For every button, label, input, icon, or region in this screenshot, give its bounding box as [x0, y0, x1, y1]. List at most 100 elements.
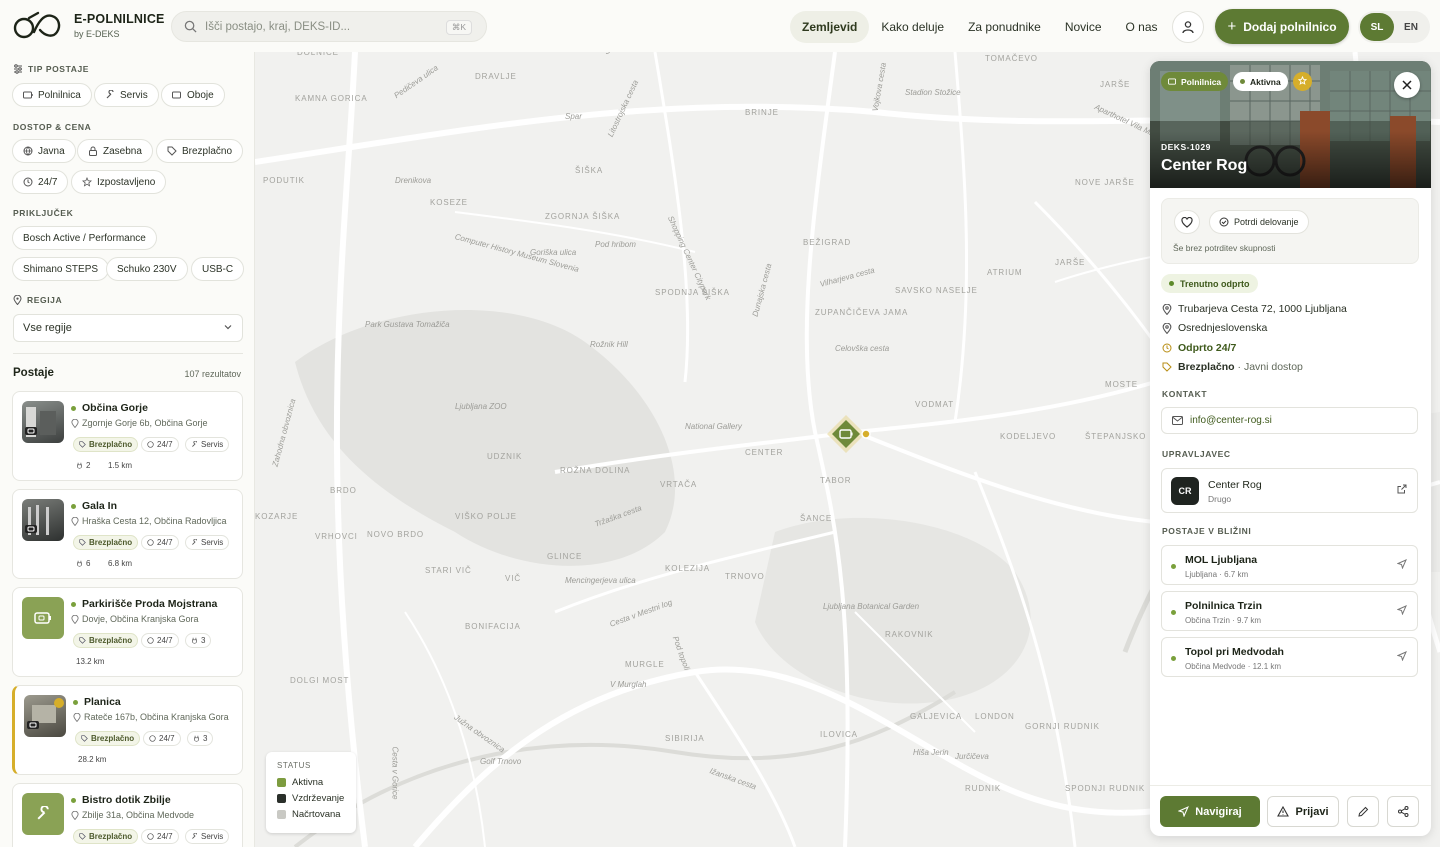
chip-shimano[interactable]: Shimano STEPS [12, 257, 110, 281]
map-street-label: Drenikova [395, 176, 432, 185]
clock-icon [147, 833, 154, 840]
map-district-label: KODELJEVO [1000, 432, 1057, 441]
chip-24-7[interactable]: 24/7 [12, 170, 69, 194]
user-button[interactable] [1172, 11, 1204, 43]
station-hero-photo: Polnilnica Aktivna DEKS-1029 Center Rog [1150, 61, 1431, 188]
search-input[interactable] [205, 20, 435, 33]
station-address: Hraška Cesta 12, Občina Radovljica [71, 516, 227, 526]
map-district-label: KAMNA GORICA [295, 94, 368, 103]
search-box[interactable]: ⌘K [171, 11, 487, 42]
nav-novice[interactable]: Novice [1053, 11, 1114, 43]
star-icon [82, 177, 92, 187]
navigate-button[interactable]: Navigiraj [1160, 796, 1260, 827]
legend-swatch [277, 810, 286, 819]
nav-za-ponudnike[interactable]: Za ponudnike [956, 11, 1053, 43]
nearby-station[interactable]: MOL Ljubljana Ljubljana · 6.7 km [1161, 545, 1418, 585]
status-dot [1240, 79, 1245, 84]
pin-icon [71, 810, 79, 820]
chip-usb-c[interactable]: USB-C [191, 257, 245, 281]
map-district-label: BRDO [330, 486, 357, 495]
chip-brezplacno[interactable]: Brezplačno [156, 139, 244, 163]
station-card[interactable]: Gala In Hraška Cesta 12, Občina Radovlji… [12, 489, 243, 579]
nav-zemljevid[interactable]: Zemljevid [790, 11, 870, 43]
tag-plugs: 2 [71, 458, 96, 473]
manager-card[interactable]: CR Center Rog Drugo [1161, 468, 1418, 513]
main-nav: Zemljevid Kako deluje Za ponudnike Novic… [790, 11, 1170, 43]
map-district-label: SAVSKO NASELJE [895, 286, 978, 295]
confirm-note: Še brez potrditev skupnosti [1173, 243, 1276, 253]
chip-bosch[interactable]: Bosch Active / Performance [12, 226, 157, 250]
close-button[interactable] [1394, 72, 1420, 98]
tag-icon [81, 735, 88, 742]
nearby-station[interactable]: Polnilnica Trzin Občina Trzin · 9.7 km [1161, 591, 1418, 631]
clock-icon [1162, 343, 1172, 353]
station-card[interactable]: Občina Gorje Zgornje Gorje 6b, Občina Go… [12, 391, 243, 481]
lang-en[interactable]: EN [1394, 13, 1428, 41]
manager-label: UPRAVLJAVEC [1162, 449, 1231, 459]
access-filter-label: DOSTOP & CENA [13, 122, 92, 132]
map-district-label: RUDNIK [965, 784, 1002, 793]
favorite-button[interactable] [1174, 210, 1200, 234]
divider [13, 353, 243, 354]
lang-sl[interactable]: SL [1360, 13, 1394, 41]
station-address: Zbilje 31a, Občina Medvode [71, 810, 194, 820]
station-name: Gala In [82, 500, 118, 512]
chip-zasebna[interactable]: Zasebna [77, 139, 153, 163]
chip-javna[interactable]: Javna [12, 139, 76, 163]
share-button[interactable] [1387, 796, 1419, 827]
add-station-button[interactable]: + Dodaj polnilnico [1215, 9, 1349, 44]
tag-distance: 28.2 km [73, 752, 112, 767]
chip-servis[interactable]: Servis [94, 83, 159, 107]
station-card-selected[interactable]: Planica Rateče 167b, Občina Kranjska Gor… [12, 685, 243, 775]
nav-kako-deluje[interactable]: Kako deluje [869, 11, 956, 43]
navigate-arrow-icon [1397, 651, 1407, 661]
edit-button[interactable] [1347, 796, 1379, 827]
connector-filter-label: PRIKLJUČEK [13, 208, 74, 218]
report-button[interactable]: Prijavi [1267, 796, 1339, 827]
warning-icon [1277, 806, 1290, 817]
station-code: DEKS-1029 [1161, 142, 1211, 152]
map-street-label: V Murglah [610, 680, 647, 689]
tag-free: Brezplačno [73, 535, 139, 550]
map-district-label: NOVE JARŠE [1075, 178, 1135, 187]
station-name: Parkirišče Proda Mojstrana [82, 598, 218, 610]
map-district-label: GLINCE [547, 552, 583, 561]
email-link[interactable]: info@center-rog.si [1161, 407, 1418, 434]
map-district-label: TABOR [820, 476, 852, 485]
chip-izpostavljeno[interactable]: Izpostavljeno [71, 170, 167, 194]
chip-schuko[interactable]: Schuko 230V [106, 257, 188, 281]
region-filter-label: REGIJA [13, 295, 62, 305]
brand-title: E-POLNILNICE [74, 11, 165, 26]
map-district-label: BRINJE [745, 108, 779, 117]
confirm-working-button[interactable]: Potrdi delovanje [1209, 210, 1309, 234]
nav-o-nas[interactable]: O nas [1114, 11, 1170, 43]
map-district-label: SPODNJI RUDNIK [1065, 784, 1146, 793]
pin-icon [1162, 303, 1172, 315]
logo[interactable]: E-POLNILNICE by E-DEKS [12, 10, 165, 40]
map-street-label: National Gallery [685, 422, 742, 431]
price-row: Brezplačno · Javni dostop [1162, 361, 1303, 373]
external-link-icon[interactable] [1397, 484, 1407, 494]
status-dot [71, 406, 76, 411]
chip-polnilnica[interactable]: Polnilnica [12, 83, 92, 107]
charger-marker-icon [827, 415, 871, 453]
station-card[interactable]: Bistro dotik Zbilje Zbilje 31a, Občina M… [12, 783, 243, 847]
result-count: 107 rezultatov [184, 369, 241, 379]
nearby-sub: Občina Trzin · 9.7 km [1185, 616, 1262, 625]
nearby-station[interactable]: Topol pri Medvodah Občina Medvode · 12.1 … [1161, 637, 1418, 677]
selected-station-marker[interactable] [824, 413, 874, 460]
map-district-label: JARŠE [1100, 80, 1131, 89]
address-row: Trubarjeva Cesta 72, 1000 Ljubljana [1162, 303, 1347, 315]
chevron-down-icon [224, 324, 232, 330]
region-select[interactable]: Vse regije [13, 314, 243, 342]
station-address: Dovje, Občina Kranjska Gora [71, 614, 199, 624]
hours-row: Odprto 24/7 [1162, 342, 1236, 354]
station-card[interactable]: Parkirišče Proda Mojstrana Dovje, Občina… [12, 587, 243, 677]
type-badge: Polnilnica [1161, 72, 1229, 91]
plus-icon: + [1227, 18, 1237, 35]
tag-hours: 24/7 [141, 437, 179, 452]
search-shortcut: ⌘K [445, 20, 472, 35]
plug-icon [193, 735, 200, 742]
chip-oboje[interactable]: Oboje [161, 83, 225, 107]
map-district-label: NOVO BRDO [367, 530, 424, 539]
